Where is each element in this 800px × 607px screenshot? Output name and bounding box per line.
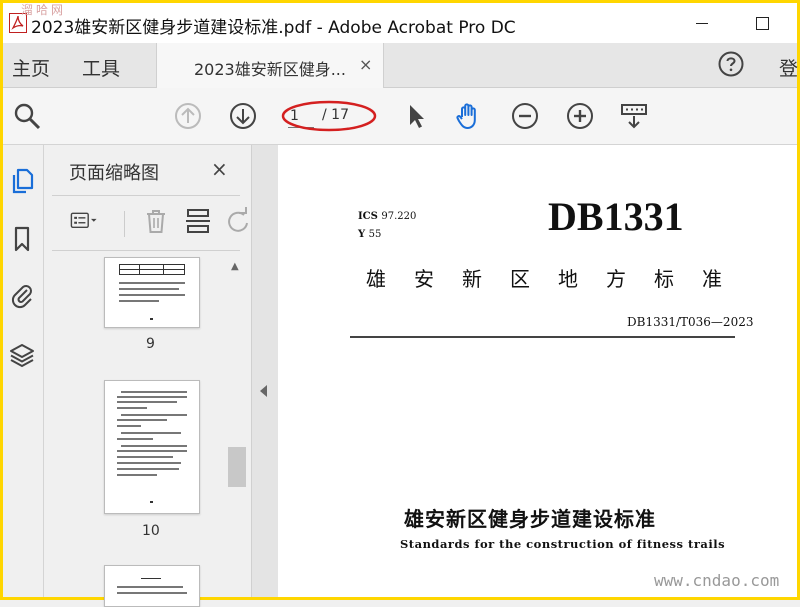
menu-tools[interactable]: 工具 — [82, 54, 120, 81]
menu-home[interactable]: 主页 — [12, 54, 50, 81]
layers-icon[interactable] — [9, 341, 35, 369]
page-down-icon[interactable] — [228, 101, 258, 131]
zoom-out-icon[interactable] — [510, 101, 540, 131]
thumbnail-toolbar — [44, 197, 251, 251]
minimize-button[interactable] — [679, 3, 725, 43]
attachment-icon[interactable] — [9, 281, 35, 309]
scroll-up-arrow[interactable]: ▲ — [231, 261, 239, 272]
bookmark-icon[interactable] — [9, 225, 35, 253]
thumbnail-page-number: 10 — [142, 523, 160, 539]
site-watermark: www.cndao.com — [654, 571, 780, 590]
maximize-icon — [755, 16, 769, 30]
standard-number: DB1331/T036—2023 — [627, 315, 754, 329]
maximize-button[interactable] — [739, 3, 785, 43]
panel-title: 页面缩略图 — [69, 163, 159, 184]
page-thumbnails-icon[interactable] — [9, 167, 35, 195]
document-title-cn: 雄安新区健身步道建设标准 — [404, 507, 656, 531]
help-icon[interactable] — [718, 51, 744, 77]
rotate-page-icon[interactable] — [224, 207, 252, 235]
thumbnail-page[interactable] — [104, 565, 200, 607]
sign-in-link[interactable]: 登 — [779, 54, 798, 81]
chevron-left-icon — [260, 385, 267, 397]
page-up-icon[interactable] — [173, 101, 203, 131]
select-cursor-icon[interactable] — [401, 101, 431, 131]
standard-code: DB1331 — [548, 194, 684, 239]
thumbnail-page[interactable] — [104, 380, 200, 514]
tab-close-button[interactable]: × — [359, 55, 372, 74]
annotation-ellipse — [281, 100, 377, 132]
panel-divider — [52, 250, 240, 251]
panel-collapse-handle[interactable] — [251, 145, 279, 597]
thumbnail-page-number: 9 — [146, 336, 155, 352]
header-rule — [350, 336, 735, 338]
left-icon-rail — [3, 145, 44, 597]
window-title: 2023雄安新区健身步道建设标准.pdf - Adobe Acrobat Pro… — [31, 18, 516, 38]
thumbnail-page[interactable] — [104, 257, 200, 328]
document-page: ICS 97.220 Y 55 DB1331 雄安新区地方标准 DB1331/T… — [278, 145, 797, 597]
thumbnail-scrollbar[interactable]: ▲ — [228, 257, 246, 597]
document-tab[interactable]: 2023雄安新区健身... × — [156, 43, 384, 88]
title-bar: 溜哈网 2023雄安新区健身步道建设标准.pdf - Adobe Acrobat… — [3, 3, 797, 43]
panel-close-button[interactable]: × — [211, 157, 228, 181]
read-mode-icon[interactable] — [619, 101, 649, 131]
thumbnails-panel: 页面缩略图 × 9 10 ▲ — [44, 145, 251, 607]
document-title-en: Standards for the construction of fitnes… — [400, 537, 726, 551]
delete-page-icon[interactable] — [142, 207, 170, 235]
ics-code: ICS 97.220 — [358, 211, 417, 222]
zoom-in-icon[interactable] — [565, 101, 595, 131]
hand-tool-icon[interactable] — [454, 101, 484, 131]
toolbar: / 17 — [3, 88, 797, 145]
thumbnail-options-icon[interactable] — [70, 207, 98, 235]
search-icon[interactable] — [12, 101, 42, 131]
local-standard-heading: 雄安新区地方标准 — [366, 267, 750, 291]
menu-bar: 主页 工具 2023雄安新区健身... × 登 — [3, 43, 798, 88]
y-value: 55 — [368, 229, 382, 240]
document-tab-label: 2023雄安新区健身... — [194, 60, 346, 79]
minimize-icon — [696, 22, 708, 24]
ics-value: 97.220 — [381, 211, 417, 222]
insert-page-icon[interactable] — [184, 207, 212, 235]
panel-divider — [52, 195, 240, 196]
toolbar-separator — [124, 211, 125, 237]
scrollbar-thumb[interactable] — [228, 447, 246, 487]
y-code: Y 55 — [358, 229, 382, 240]
